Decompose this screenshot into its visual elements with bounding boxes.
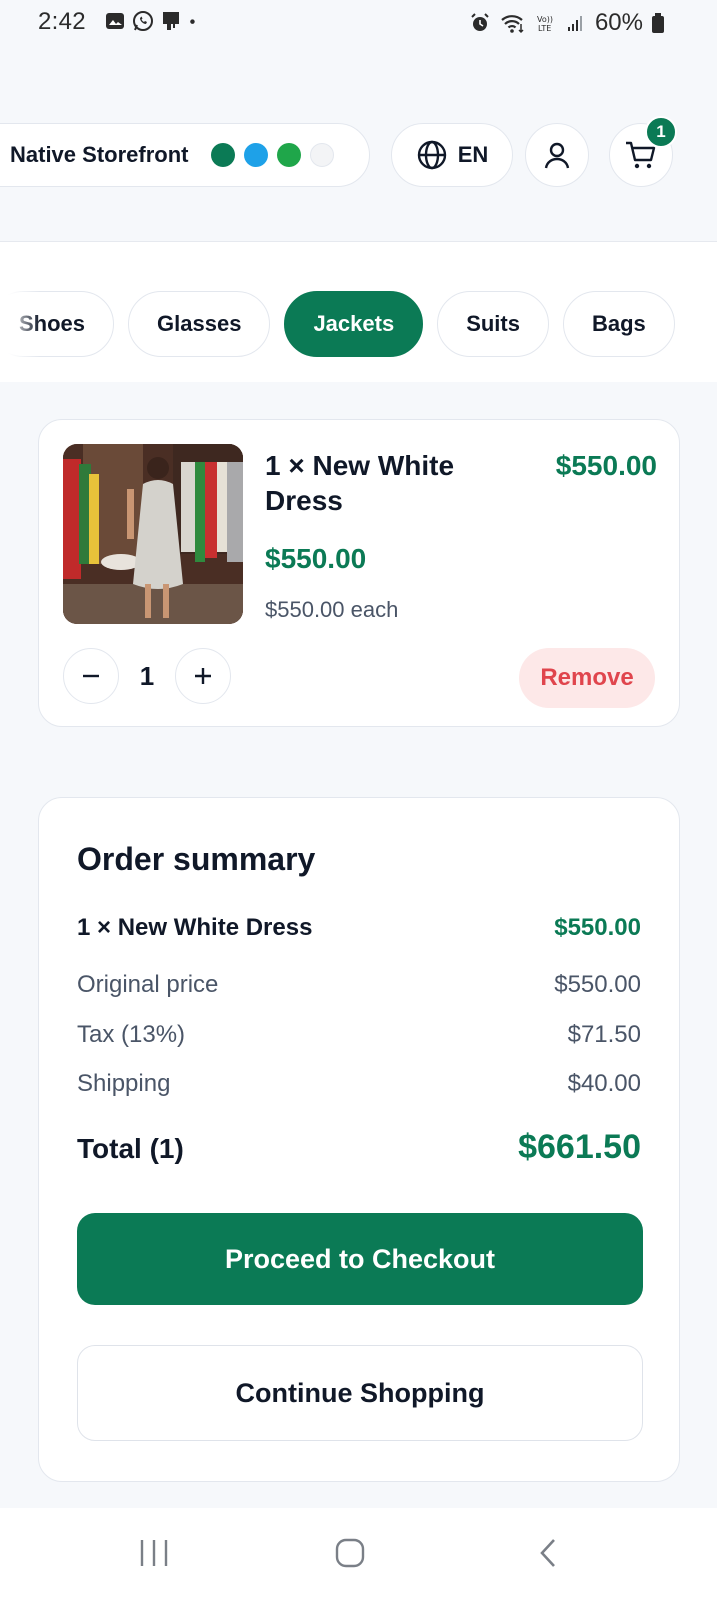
cart-item-card: 1 × New White Dress $550.00 $550.00 $550… [38,419,680,727]
recent-apps-icon [140,1540,168,1566]
theme-swatch[interactable] [277,143,302,167]
cart-button[interactable]: 1 [609,116,677,187]
store-switcher[interactable]: Native Storefront [0,123,370,187]
proceed-to-checkout-button[interactable]: Proceed to Checkout [77,1213,643,1305]
svg-text:LTE: LTE [538,24,551,33]
app-header: Native Storefront EN 1 [0,116,717,190]
alarm-icon [471,13,489,31]
theme-swatch[interactable] [310,143,335,167]
account-button[interactable] [525,123,589,187]
language-selector[interactable]: EN [391,123,513,187]
home-button[interactable] [320,1528,380,1578]
notification-icon [163,12,179,30]
back-button[interactable] [518,1528,578,1578]
cart-count-badge: 1 [645,116,677,148]
back-icon [540,1539,555,1567]
shipping-label: Shipping [77,1070,171,1097]
minus-icon [83,674,99,678]
tax-value: $71.50 [567,1021,641,1048]
category-chip-glasses[interactable]: Glasses [128,291,271,357]
battery-icon [652,13,664,33]
user-icon [544,142,570,169]
shipping-value: $40.00 [567,1070,641,1097]
category-chip-bags[interactable]: Bags [562,291,675,357]
cart-screen: 2:42 Vo)) LTE 60% Native Storefront EN 1… [0,0,717,1600]
quantity-stepper: 1 [63,648,231,704]
continue-shopping-button[interactable]: Continue Shopping [77,1345,643,1441]
order-summary-card: Order summary 1 × New White Dress $550.0… [38,797,680,1482]
category-chip-jackets[interactable]: Jackets [284,291,424,357]
original-price-label: Original price [77,971,219,998]
theme-swatch[interactable] [211,143,236,167]
shipping-row: Shipping $40.00 [77,1070,641,1098]
tax-label: Tax (13%) [77,1021,186,1048]
battery-percent: 60% [594,9,643,36]
globe-icon [417,140,446,170]
svg-text:Vo)): Vo)) [537,15,553,24]
signal-icon [567,16,582,31]
summary-item-label: 1 × New White Dress [77,914,313,941]
category-list: Shoes Glasses Jackets Suits Bags [0,291,675,357]
summary-title: Order summary [77,841,316,877]
volte-icon: Vo))LTE [537,15,553,33]
wifi-icon [501,15,524,34]
original-price-value: $550.00 [554,971,641,998]
status-bar: 2:42 Vo)) LTE 60% [0,0,717,46]
item-title: 1 × New White Dress [265,450,455,516]
recent-apps-button[interactable] [124,1528,184,1578]
dot-icon [190,19,195,24]
summary-item-value: $550.00 [554,914,641,941]
theme-swatch[interactable] [244,143,269,167]
total-label: Total (1) [77,1133,184,1164]
category-strip[interactable]: Shoes Glasses Jackets Suits Bags [0,242,717,382]
increase-quantity-button[interactable] [175,648,231,704]
language-label: EN [457,142,489,167]
status-time: 2:42 [38,8,86,35]
quantity-value: 1 [139,660,155,691]
total-row: Total (1) $661.50 [77,1128,641,1167]
gallery-icon [106,13,124,29]
item-line-total: $550.00 [555,450,657,481]
store-name: Native Storefront [10,142,189,167]
decrease-quantity-button[interactable] [63,648,119,704]
tax-row: Tax (13%) $71.50 [77,1021,641,1049]
remove-item-button[interactable]: Remove [519,648,655,708]
category-chip-suits[interactable]: Suits [437,291,549,357]
theme-swatches [211,143,335,167]
product-image[interactable] [63,444,243,624]
total-value: $661.50 [518,1128,641,1166]
item-unit-price: $550.00 each [265,597,399,622]
summary-item-row: 1 × New White Dress $550.00 [77,914,641,942]
whatsapp-icon [133,11,153,31]
plus-icon [195,668,211,684]
original-price-row: Original price $550.00 [77,971,641,999]
item-price: $550.00 [265,543,367,574]
home-icon [335,1538,365,1568]
system-navigation-bar [0,1508,717,1600]
